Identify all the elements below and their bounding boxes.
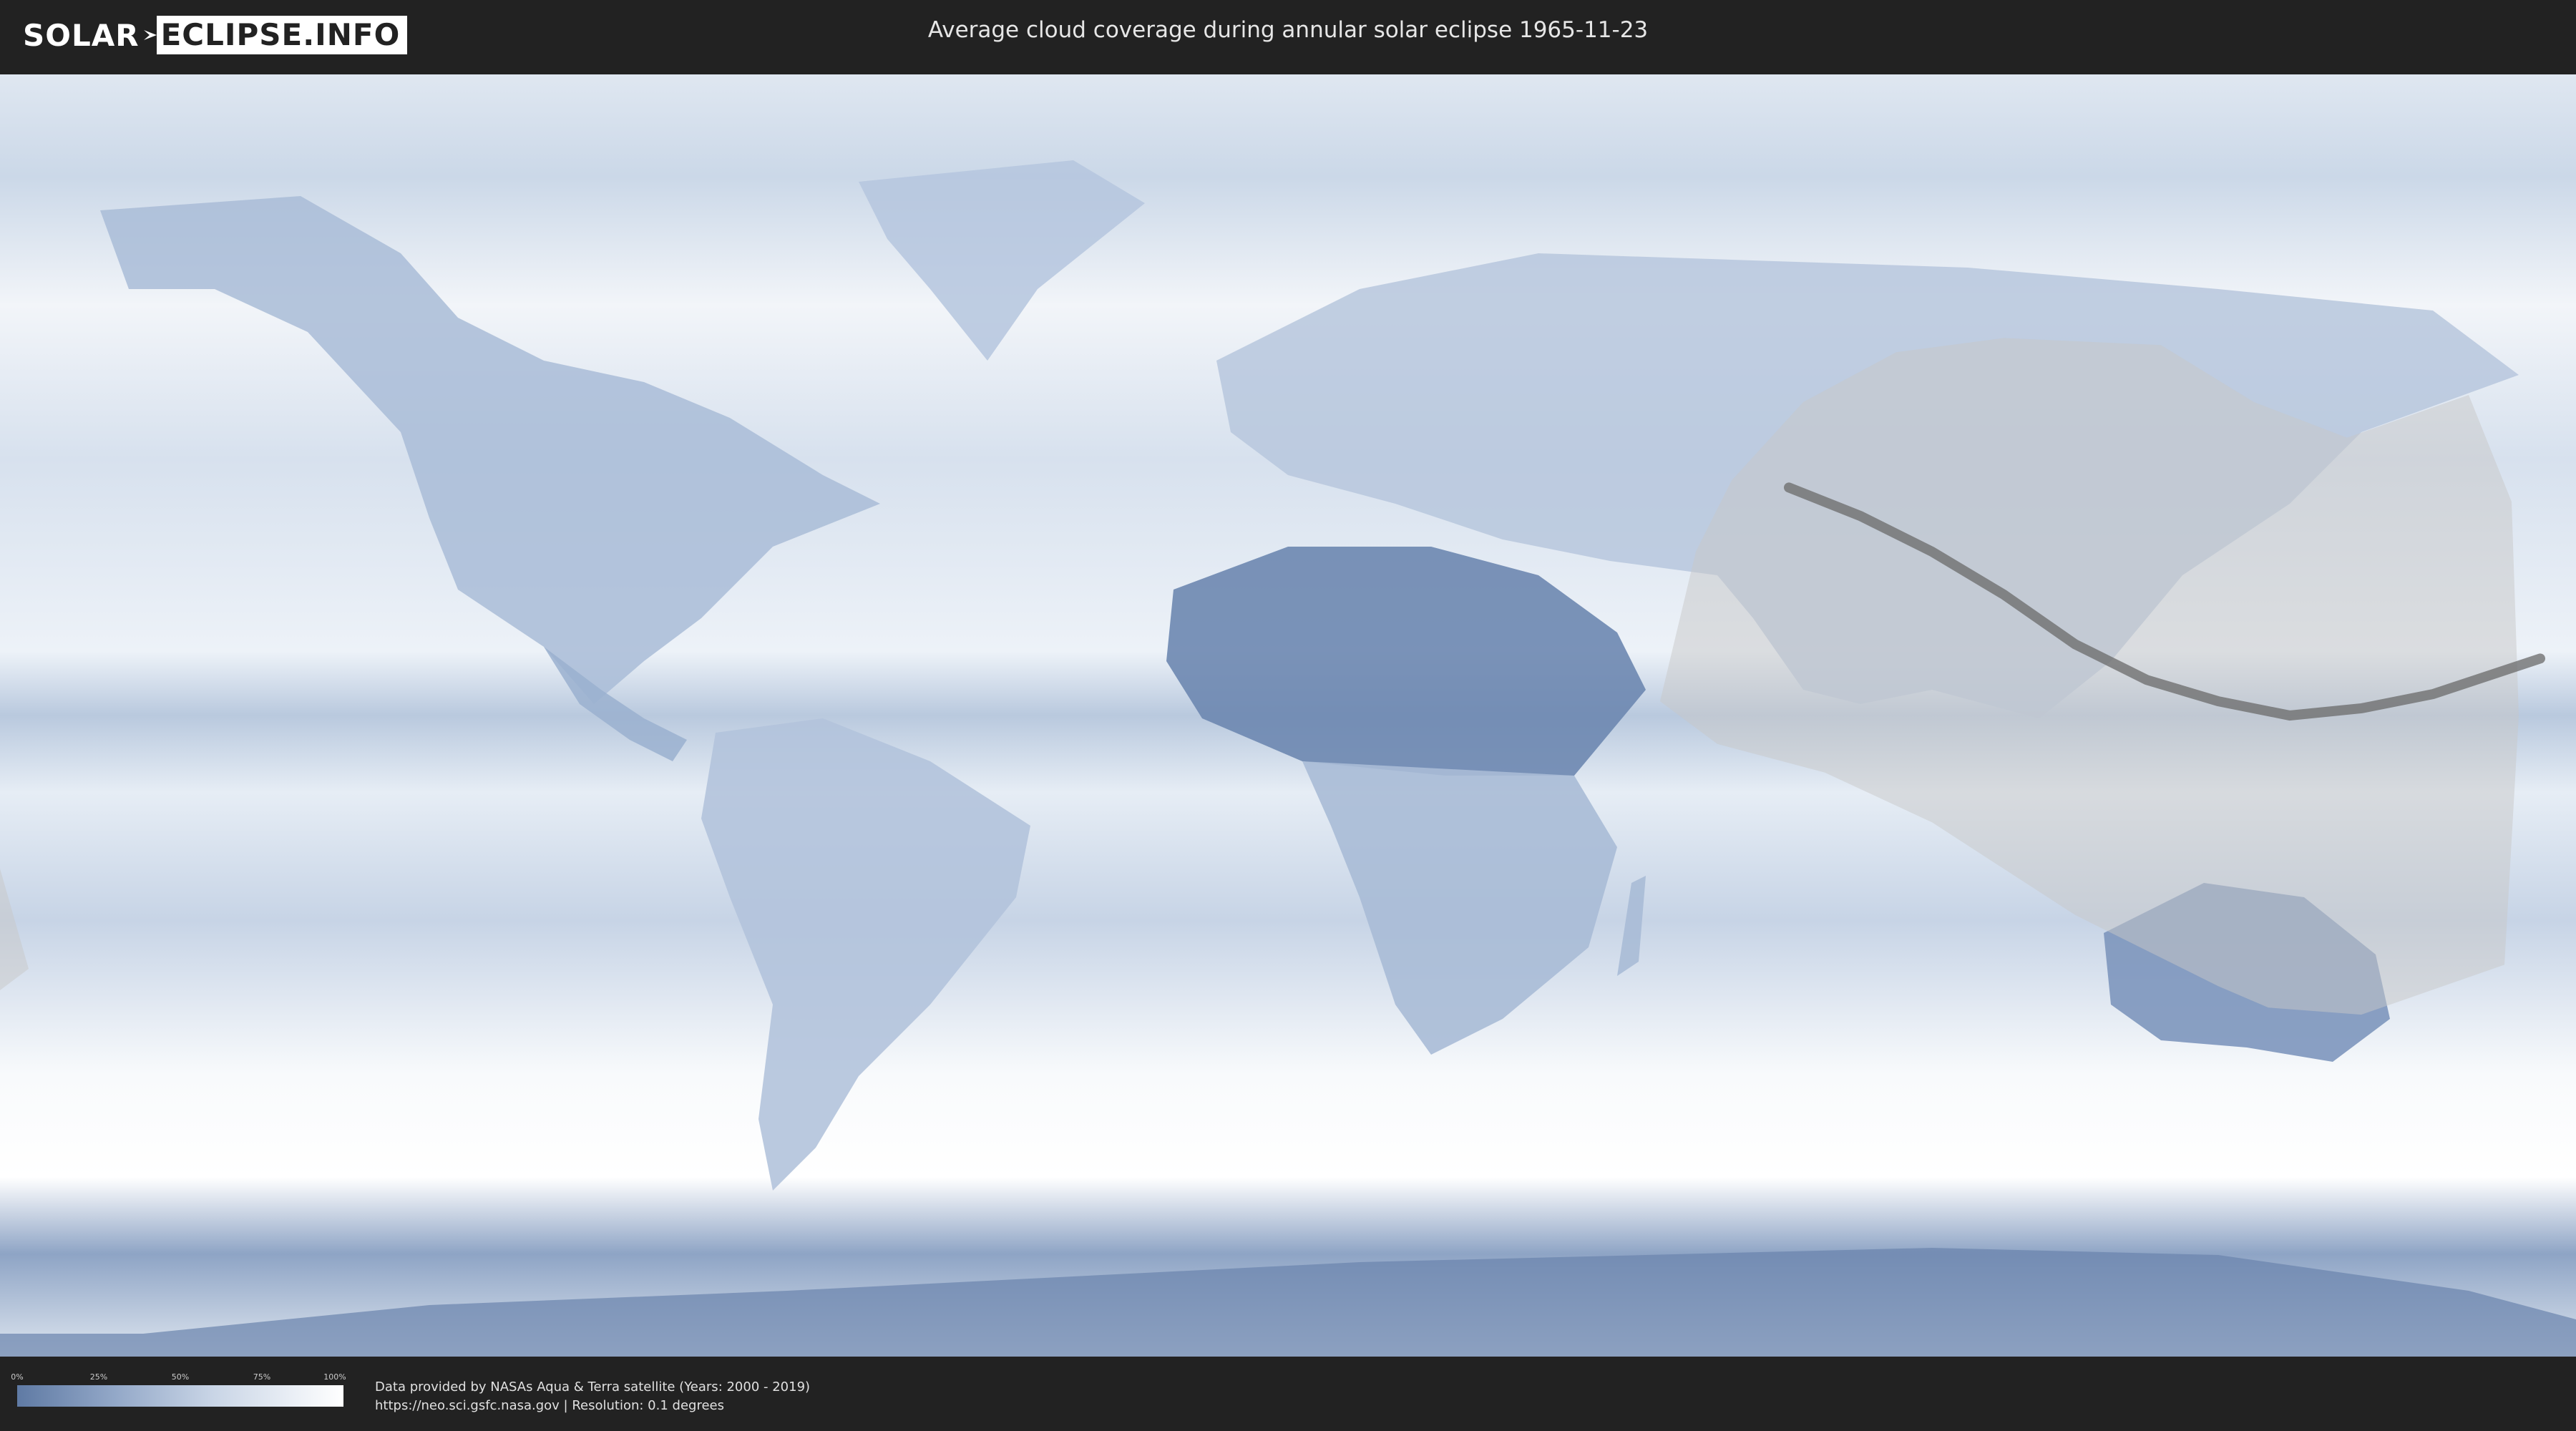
page-title: Average cloud coverage during annular so… — [927, 17, 1649, 43]
data-credits: Data provided by NASAs Aqua & Terra sate… — [375, 1378, 810, 1415]
legend-tick-50: 50% — [171, 1372, 190, 1382]
legend-tick-0: 0% — [11, 1372, 24, 1382]
legend-tick-100: 100% — [323, 1372, 346, 1382]
footer-bar: 0% 25% 50% 75% 100% Data provided by NAS… — [0, 1357, 2576, 1431]
header-bar: SOLAR ECLIPSE.INFO Average cloud coverag… — [0, 0, 2576, 72]
legend-tick-75: 75% — [253, 1372, 271, 1382]
legend-tick-25: 25% — [89, 1372, 108, 1382]
legend-color-bar — [17, 1385, 343, 1407]
world-map — [0, 74, 2576, 1357]
credits-source: Data provided by NASAs Aqua & Terra sate… — [375, 1379, 811, 1395]
cloud-coverage-map[interactable] — [0, 74, 2576, 1357]
credits-url[interactable]: https://neo.sci.gsfc.nasa.gov | Resoluti… — [375, 1397, 810, 1415]
